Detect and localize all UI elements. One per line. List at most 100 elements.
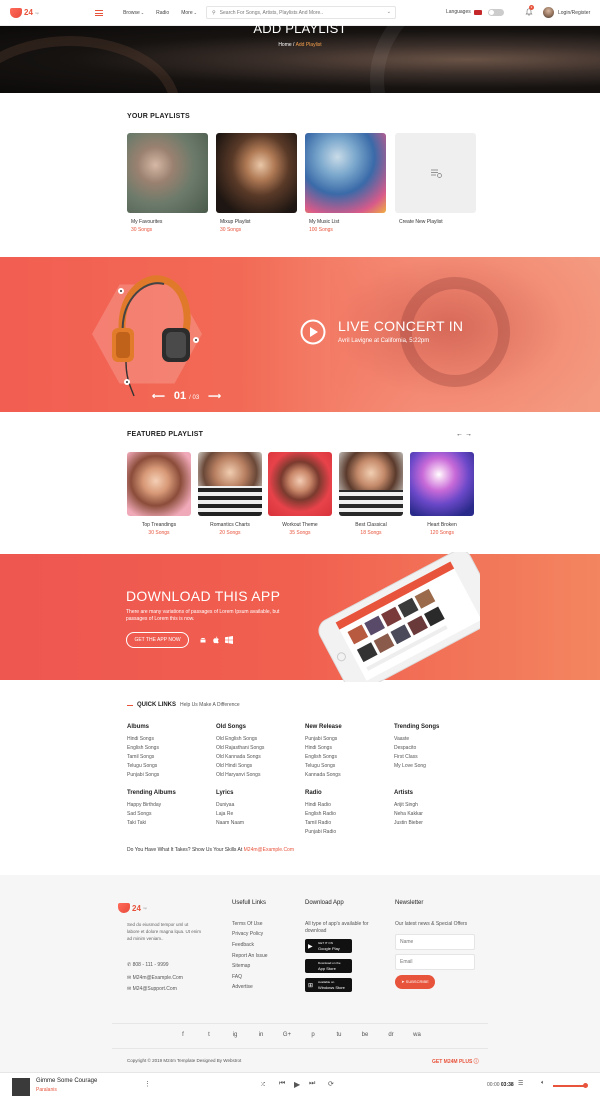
footer-link[interactable]: Naam Naam bbox=[216, 819, 244, 828]
behance-icon[interactable]: be bbox=[360, 1032, 370, 1038]
nav-browse[interactable]: Browse bbox=[123, 10, 140, 16]
name-field[interactable]: Name bbox=[395, 934, 475, 950]
chevron-down-icon[interactable]: ⌄ bbox=[387, 9, 391, 15]
footer-link[interactable]: Punjabi Songs bbox=[127, 771, 159, 780]
footer-link[interactable]: Old Hindi Songs bbox=[216, 762, 264, 771]
repeat-icon[interactable]: ⟳ bbox=[328, 1080, 334, 1088]
hotspot-icon[interactable] bbox=[124, 379, 130, 385]
footer-link[interactable]: Despacito bbox=[394, 744, 439, 753]
footer-link[interactable]: Report An Issue bbox=[232, 953, 268, 959]
hotspot-icon[interactable] bbox=[118, 288, 124, 294]
email-field[interactable]: Email bbox=[395, 954, 475, 970]
shuffle-icon[interactable]: ⤮ bbox=[261, 1082, 265, 1088]
footer-link[interactable]: Sad Songs bbox=[127, 810, 176, 819]
next-icon[interactable]: ⏭ bbox=[309, 1080, 315, 1088]
footer-link[interactable]: Happy Birthday bbox=[127, 801, 176, 810]
playlist-card[interactable]: Mixup Playlist 30 Songs bbox=[216, 133, 297, 233]
volume-slider[interactable] bbox=[553, 1083, 588, 1088]
footer-link[interactable]: English Songs bbox=[305, 753, 342, 762]
footer-link[interactable]: Advertise bbox=[232, 984, 253, 990]
challenge-email[interactable]: M24m@Example.Com bbox=[244, 847, 294, 853]
footer-link[interactable]: Terms Of Use bbox=[232, 921, 263, 927]
footer-link[interactable]: Punjabi Songs bbox=[305, 735, 342, 744]
menu-icon[interactable] bbox=[95, 9, 104, 16]
apple-icon[interactable] bbox=[212, 636, 220, 644]
footer-link[interactable]: Telugu Songs bbox=[127, 762, 159, 771]
app-store-button[interactable]: Download on the App Store bbox=[305, 959, 352, 973]
pinterest-icon[interactable]: p bbox=[308, 1032, 318, 1038]
google-plus-icon[interactable]: G+ bbox=[282, 1032, 292, 1038]
footer-link[interactable]: Justin Bieber bbox=[394, 819, 423, 828]
login-link[interactable]: Login/Register bbox=[558, 10, 590, 16]
playlist-card[interactable]: My Music List 100 Songs bbox=[305, 133, 386, 233]
footer-link[interactable]: Hindi Songs bbox=[305, 744, 342, 753]
tumblr-icon[interactable]: tu bbox=[334, 1032, 344, 1038]
footer-link[interactable]: Neha Kakkar bbox=[394, 810, 423, 819]
get-app-button[interactable]: GET THE APP NOW bbox=[126, 632, 189, 648]
language-selector[interactable]: Languages bbox=[446, 9, 482, 15]
playlist-cover bbox=[305, 133, 386, 213]
arrow-left-icon[interactable]: ← bbox=[456, 431, 463, 438]
featured-card[interactable]: Top Treandings 30 Songs bbox=[127, 452, 191, 536]
footer-link[interactable]: Old Kannada Songs bbox=[216, 753, 264, 762]
nav-more[interactable]: More bbox=[181, 10, 192, 16]
footer-link[interactable]: Privacy Policy bbox=[232, 931, 263, 937]
subscribe-button[interactable]: ➤ SUBSCRIBE bbox=[395, 975, 435, 989]
email-text[interactable]: M24@Support.Com bbox=[133, 986, 177, 992]
footer-link[interactable]: Taki Taki bbox=[127, 819, 176, 828]
facebook-icon[interactable]: f bbox=[178, 1032, 188, 1038]
previous-icon[interactable]: ⏮ bbox=[279, 1080, 285, 1088]
footer-link[interactable]: Feedback bbox=[232, 942, 254, 948]
android-icon[interactable] bbox=[199, 636, 207, 644]
footer-link[interactable]: Duniyaa bbox=[216, 801, 244, 810]
dribbble-icon[interactable]: dr bbox=[386, 1032, 396, 1038]
play-circle-icon[interactable] bbox=[300, 319, 326, 345]
footer-link[interactable]: Hindi Radio bbox=[305, 801, 336, 810]
hotspot-icon[interactable] bbox=[193, 337, 199, 343]
featured-card[interactable]: Workout Theme 35 Songs bbox=[268, 452, 332, 536]
twitter-icon[interactable]: t bbox=[204, 1032, 214, 1038]
footer-link[interactable]: Vaaste bbox=[394, 735, 439, 744]
arrow-right-icon[interactable]: ⟶ bbox=[208, 391, 221, 402]
footer-link[interactable]: Arijit Singh bbox=[394, 801, 423, 810]
whatsapp-icon[interactable]: wa bbox=[412, 1032, 422, 1038]
instagram-icon[interactable]: ig bbox=[230, 1032, 240, 1038]
search-input[interactable]: ⚲ Search For Songs, Artists, Playlists A… bbox=[206, 6, 396, 19]
footer-link[interactable]: English Radio bbox=[305, 810, 336, 819]
volume-icon[interactable]: 🔈︎ bbox=[541, 1080, 545, 1087]
arrow-left-icon[interactable]: ⟵ bbox=[152, 391, 165, 402]
footer-link[interactable]: Old English Songs bbox=[216, 735, 264, 744]
footer-link[interactable]: Tamil Songs bbox=[127, 753, 159, 762]
footer-link[interactable]: Kannada Songs bbox=[305, 771, 342, 780]
featured-card[interactable]: Best Classical 18 Songs bbox=[339, 452, 403, 536]
playlist-icon[interactable]: ☰ bbox=[518, 1080, 523, 1087]
create-playlist-card[interactable]: Create New Playlist bbox=[395, 133, 476, 225]
site-logo[interactable]: 24 mp bbox=[10, 7, 39, 18]
windows-icon[interactable] bbox=[225, 636, 233, 644]
footer-link[interactable]: Old Rajasthani Songs bbox=[216, 744, 264, 753]
footer-link[interactable]: My Love Song bbox=[394, 762, 439, 771]
play-icon[interactable]: ▶ bbox=[294, 1080, 300, 1089]
email-text[interactable]: M24m@Example.Com bbox=[133, 975, 183, 981]
breadcrumb-home[interactable]: Home bbox=[278, 42, 291, 48]
footer-link[interactable]: Sitemap bbox=[232, 963, 250, 969]
footer-link[interactable]: Laja Re bbox=[216, 810, 244, 819]
linkedin-icon[interactable]: in bbox=[256, 1032, 266, 1038]
playlist-card[interactable]: My Favourites 30 Songs bbox=[127, 133, 208, 233]
footer-link[interactable]: Hindi Songs bbox=[127, 735, 159, 744]
theme-toggle[interactable] bbox=[488, 9, 504, 16]
footer-link[interactable]: English Songs bbox=[127, 744, 159, 753]
avatar[interactable] bbox=[543, 7, 554, 18]
footer-link[interactable]: First Class bbox=[394, 753, 439, 762]
featured-card[interactable]: Romantics Charts 20 Songs bbox=[198, 452, 262, 536]
footer-link[interactable]: Telugu Songs bbox=[305, 762, 342, 771]
footer-link[interactable]: Tamil Radio bbox=[305, 819, 336, 828]
arrow-right-icon[interactable]: → bbox=[465, 431, 472, 438]
get-plus-link[interactable]: GET M24M PLUS ⓘ bbox=[432, 1058, 479, 1065]
footer-link[interactable]: Old Haryanvi Songs bbox=[216, 771, 264, 780]
footer-link[interactable]: FAQ bbox=[232, 974, 242, 980]
footer-link[interactable]: Punjabi Radio bbox=[305, 828, 336, 837]
nav-radio[interactable]: Radio bbox=[156, 10, 169, 16]
more-icon[interactable]: ⋮ bbox=[144, 1080, 151, 1088]
featured-card[interactable]: Heart Broken 120 Songs bbox=[410, 452, 474, 536]
